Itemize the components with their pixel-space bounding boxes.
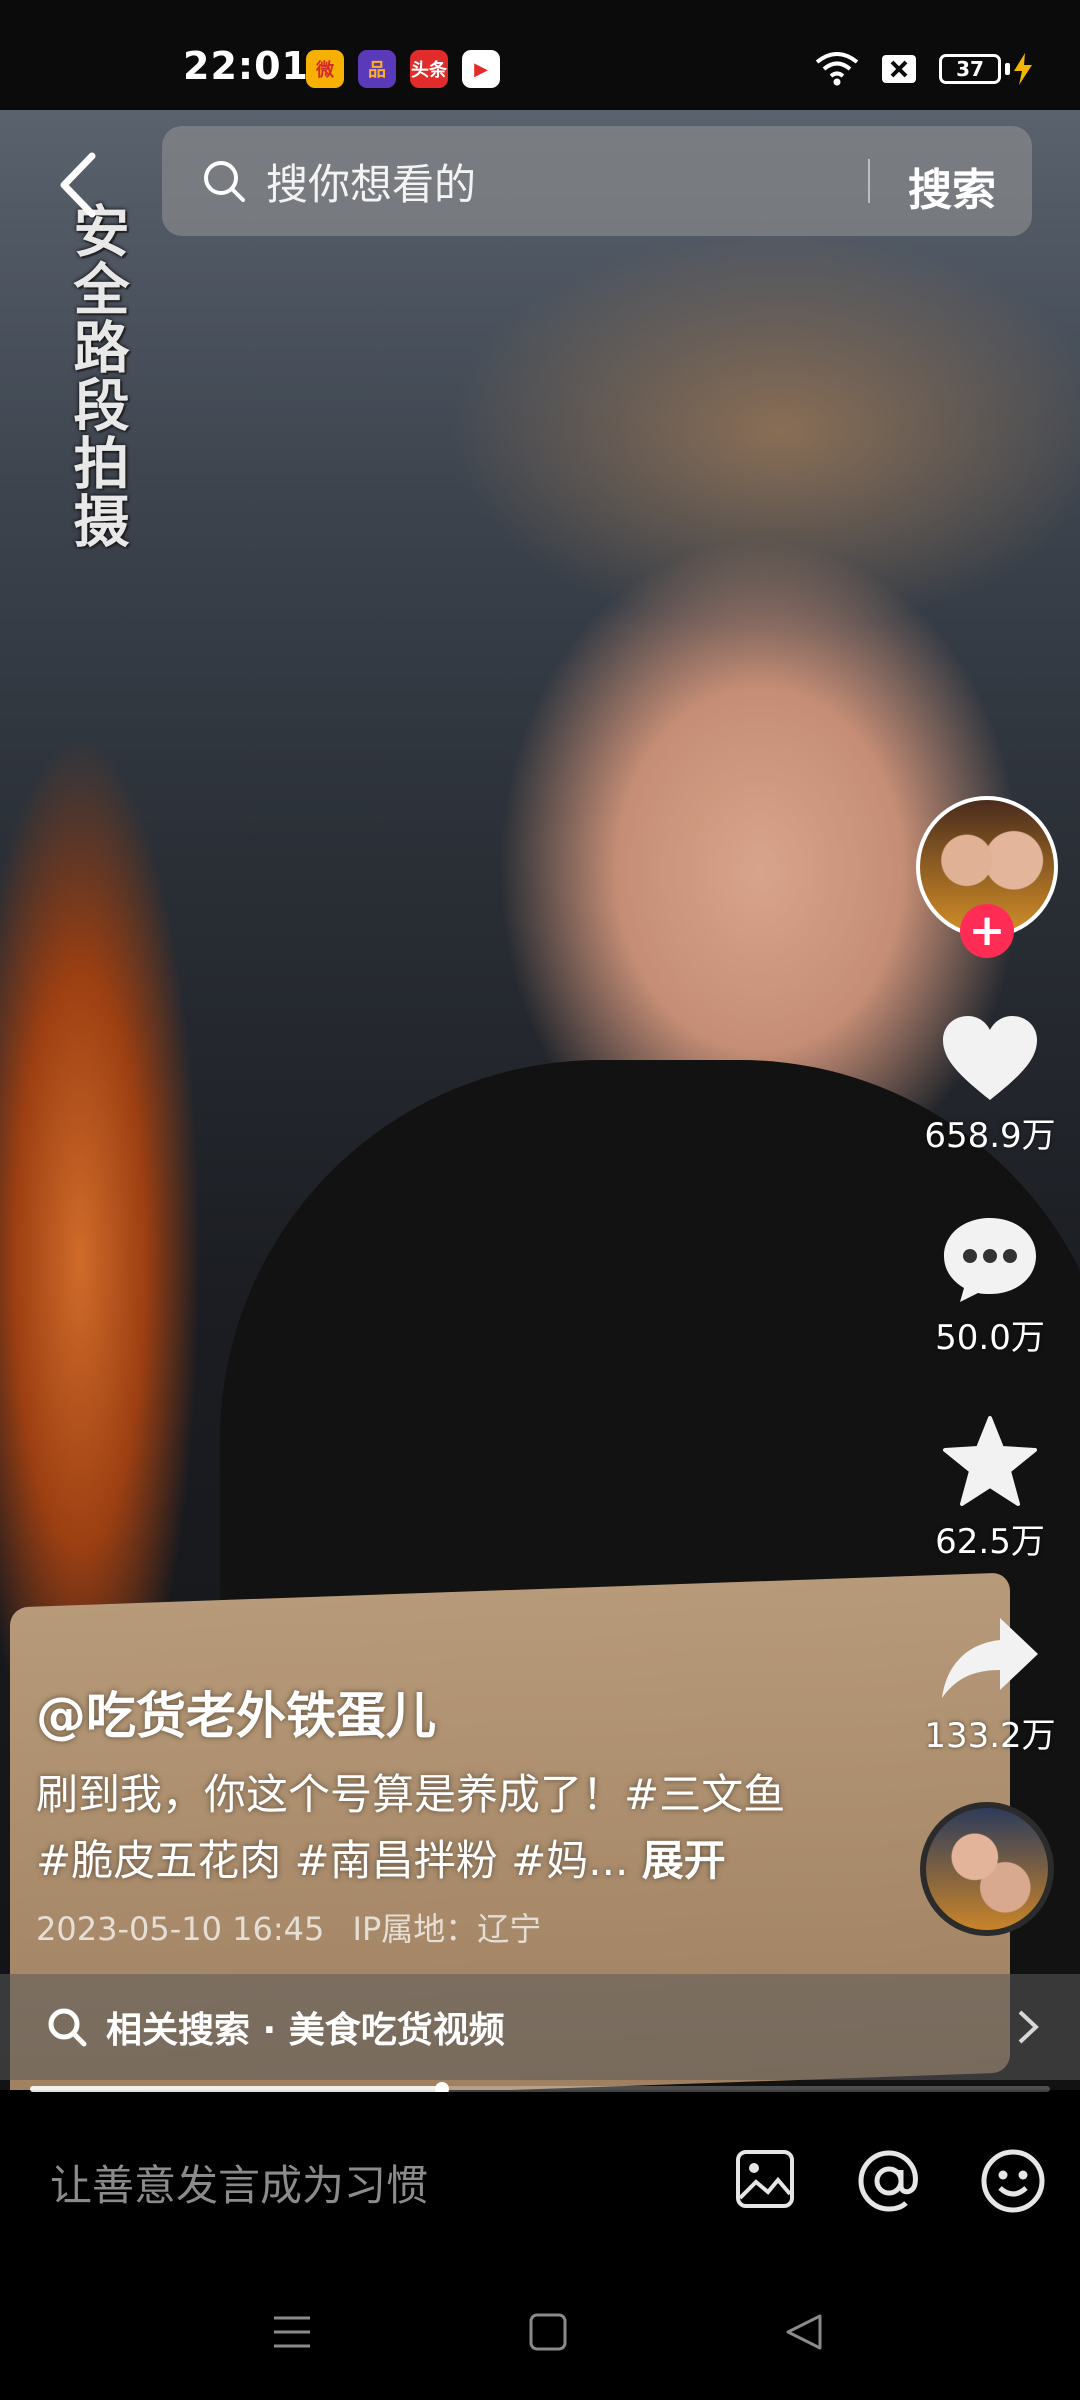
system-navigation-bar (0, 2272, 1080, 2400)
search-input[interactable]: 搜你想看的 (266, 151, 476, 212)
charging-bolt-icon (1014, 53, 1032, 85)
comment-count: 50.0万 (935, 1318, 1045, 1358)
related-search-bar[interactable]: 相关搜索 · 美食吃货视频 (0, 1974, 1080, 2080)
wifi-icon (815, 52, 859, 86)
back-icon[interactable] (52, 150, 112, 220)
mention-at-icon[interactable] (856, 2148, 922, 2214)
back-nav-icon[interactable] (784, 2312, 824, 2352)
favorite-count: 62.5万 (935, 1522, 1045, 1562)
heart-icon (943, 1016, 1037, 1100)
image-icon[interactable] (734, 2148, 796, 2210)
emoji-icon[interactable] (980, 2148, 1046, 2214)
post-ip-location: IP属地：辽宁 (352, 1910, 542, 1948)
no-sim-icon (882, 55, 916, 83)
expand-button[interactable]: 展开 (642, 1836, 726, 1885)
related-search-label: 相关搜索 · 美食吃货视频 (106, 2010, 505, 2051)
author-name[interactable]: @吃货老外铁蛋儿 (36, 1676, 436, 1748)
share-count: 133.2万 (924, 1716, 1056, 1756)
battery-indicator: 37 (939, 53, 1032, 85)
status-time: 22:01 (183, 44, 309, 88)
post-date: 2023-05-10 16:45 (36, 1910, 325, 1948)
search-icon (204, 161, 245, 202)
battery-level: 37 (939, 54, 1001, 84)
search-icon (48, 2008, 87, 2047)
like-count: 658.9万 (924, 1116, 1056, 1156)
like-button[interactable]: 658.9万 (920, 1014, 1060, 1157)
share-button[interactable]: 133.2万 (920, 1612, 1060, 1757)
star-icon (943, 1416, 1037, 1506)
chevron-right-icon (1018, 2010, 1039, 2044)
follow-plus-button[interactable]: + (960, 904, 1014, 958)
music-disc[interactable] (920, 1802, 1054, 1936)
comment-input[interactable]: 让善意发言成为习惯 (50, 2152, 428, 2213)
comment-button[interactable]: 50.0万 (920, 1214, 1060, 1359)
favorite-button[interactable]: 62.5万 (920, 1414, 1060, 1563)
comment-input-bar[interactable]: 让善意发言成为习惯 (0, 2092, 1080, 2272)
menu-icon[interactable] (272, 2312, 312, 2352)
app-orange-icon: 品 (358, 50, 396, 88)
search-bar[interactable]: 搜你想看的 搜索 (162, 126, 1032, 236)
toutiao-icon: 头条 (410, 50, 448, 88)
system-icons: 37 (815, 52, 1032, 86)
share-arrow-icon (942, 1618, 1038, 1698)
notification-app-icons: 微品头条 ▶ (306, 50, 500, 88)
search-divider (868, 159, 870, 203)
search-button[interactable]: 搜索 (908, 154, 996, 218)
weibo-icon: 微 (306, 50, 344, 88)
comment-bubble-icon (944, 1218, 1036, 1302)
home-icon[interactable] (528, 2312, 568, 2352)
video-app-icon: ▶ (462, 50, 500, 88)
post-description: 刷到我，你这个号算是养成了！#三文鱼 #脆皮五花肉 #南昌拌粉 #妈... 展开 (36, 1762, 796, 1894)
status-bar: 22:01 微品头条 ▶ 37 (0, 0, 1080, 110)
post-meta: 2023-05-10 16:45 IP属地：辽宁 (36, 1904, 559, 1950)
video-watermark-text: 安全路段拍摄 (64, 202, 129, 550)
